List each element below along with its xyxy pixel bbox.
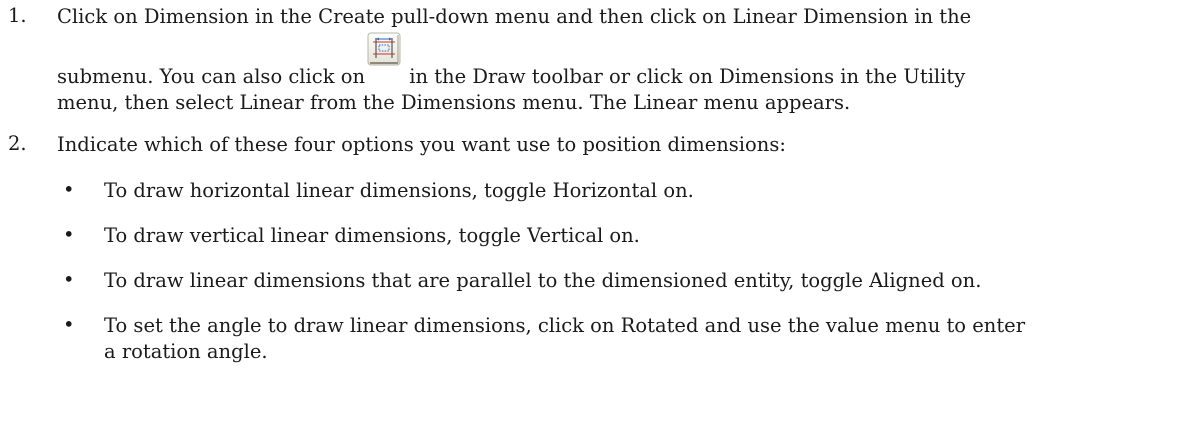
bullet-marker: •	[63, 313, 75, 336]
step-1-line-1: Click on Dimension in the Create pull-do…	[57, 5, 972, 28]
document-page: 1. Click on Dimension in the Create pull…	[0, 0, 1200, 430]
linear-dimension-icon	[367, 32, 401, 66]
step-text: Indicate which of these four options you…	[57, 132, 1187, 158]
step-number: 1.	[8, 4, 27, 27]
bullet-text: To set the angle to draw linear dimensio…	[104, 313, 1174, 365]
step-text: Click on Dimension in the Create pull-do…	[57, 4, 1187, 116]
bullet-line-1: To set the angle to draw linear dimensio…	[104, 314, 1026, 337]
step-1-line-2-before-icon: submenu. You can also click on	[57, 65, 366, 88]
bullet-marker: •	[63, 268, 75, 291]
bullet-line-2: a rotation angle.	[104, 340, 268, 363]
bullet-marker: •	[63, 223, 75, 246]
bullet-text: To draw linear dimensions that are paral…	[104, 269, 982, 292]
bullet-text: To draw vertical linear dimensions, togg…	[104, 224, 640, 247]
step-number: 2.	[8, 132, 27, 155]
bullet-marker: •	[63, 178, 75, 201]
step-2-line-1: Indicate which of these four options you…	[57, 133, 786, 156]
step-1-line-2-after-icon: in the Draw toolbar or click on Dimensio…	[403, 65, 966, 88]
bullet-text: To draw horizontal linear dimensions, to…	[104, 179, 694, 202]
step-1-line-2: submenu. You can also click on in the Dr…	[57, 32, 1187, 90]
step-1-line-3: menu, then select Linear from the Dimens…	[57, 91, 851, 114]
